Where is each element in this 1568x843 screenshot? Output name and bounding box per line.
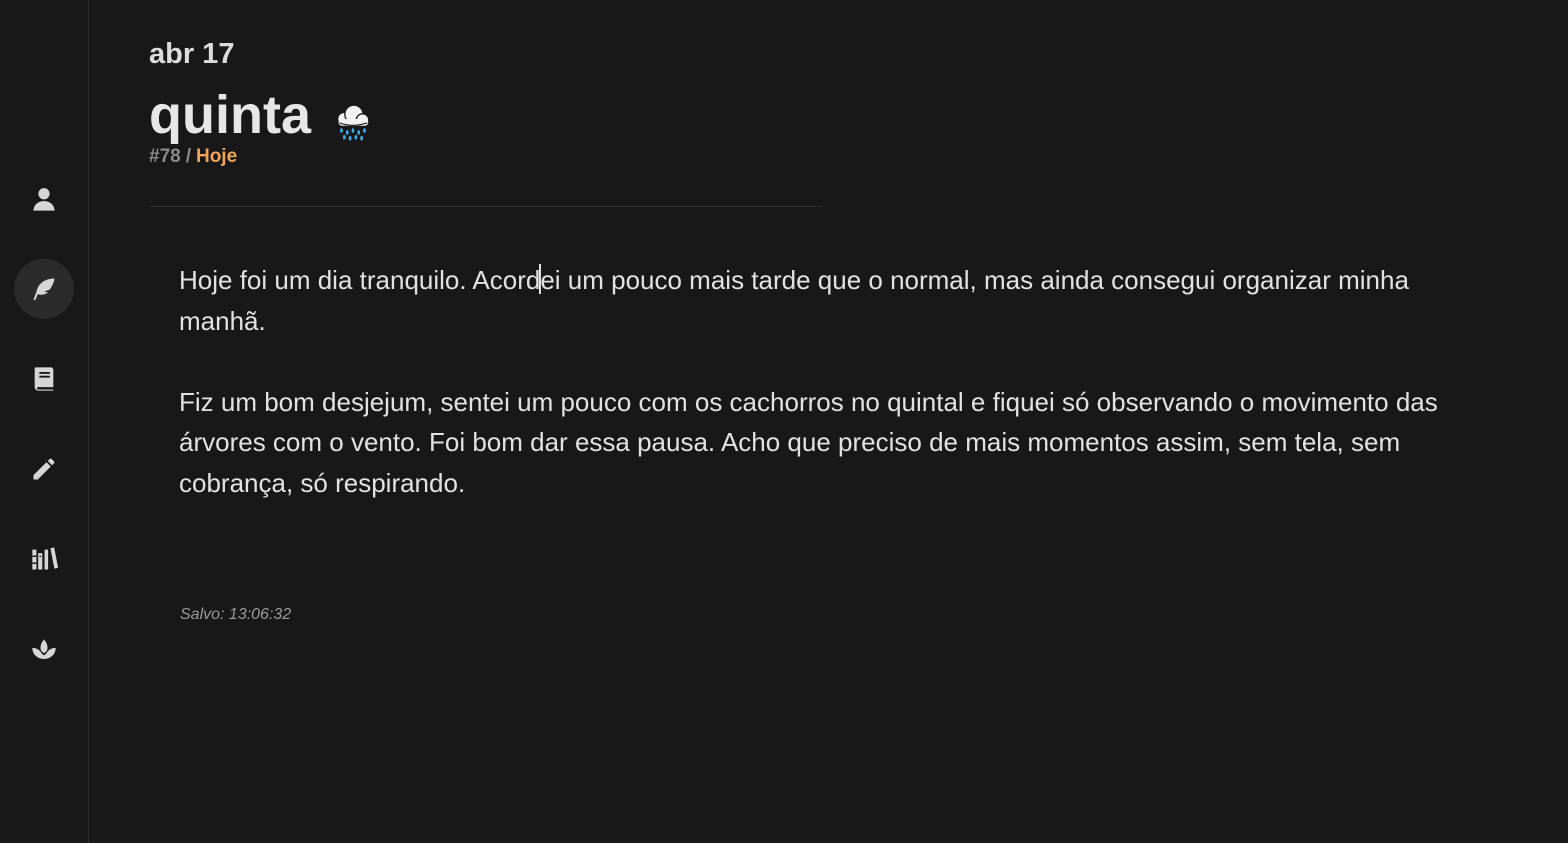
entry-paragraph: Hoje foi um dia tranquilo. Acordei um po… xyxy=(179,260,1479,341)
sidebar xyxy=(0,0,89,843)
title-row: quinta xyxy=(149,84,375,146)
pencil-icon xyxy=(33,458,55,480)
sidebar-item-meditation[interactable] xyxy=(14,619,74,679)
entry-date: abr 17 xyxy=(149,38,235,70)
sidebar-item-library[interactable] xyxy=(14,529,74,589)
book-icon xyxy=(34,367,54,391)
entry-paragraph: Fiz um bom desjejum, sentei um pouco com… xyxy=(179,386,1438,498)
journal-editor[interactable]: Hoje foi um dia tranquilo. Acordei um po… xyxy=(179,260,1479,544)
header-divider xyxy=(149,206,822,207)
journal-app: abr 17 quinta #78 / Hoje Hoje foi um dia… xyxy=(0,0,1568,843)
user-icon xyxy=(33,188,55,211)
sidebar-item-profile[interactable] xyxy=(14,169,74,229)
entry-number: #78 xyxy=(149,146,181,167)
sidebar-item-journal[interactable] xyxy=(14,259,74,319)
sidebar-item-write[interactable] xyxy=(14,439,74,499)
library-icon xyxy=(32,547,58,570)
breadcrumb-today-link[interactable]: Hoje xyxy=(196,146,237,167)
main-content: abr 17 quinta #78 / Hoje Hoje foi um dia… xyxy=(149,0,1568,843)
entry-text-before-caret: Hoje foi um dia tranquilo. Acord xyxy=(179,265,541,295)
rain-cloud-icon xyxy=(336,104,370,141)
page-title: quinta xyxy=(149,85,311,145)
breadcrumb: #78/Hoje xyxy=(149,146,237,168)
sidebar-item-book[interactable] xyxy=(14,349,74,409)
feather-icon xyxy=(33,278,55,301)
save-status: Salvo: 13:06:32 xyxy=(180,606,292,623)
breadcrumb-separator: / xyxy=(185,146,191,167)
lotus-icon xyxy=(32,639,56,659)
